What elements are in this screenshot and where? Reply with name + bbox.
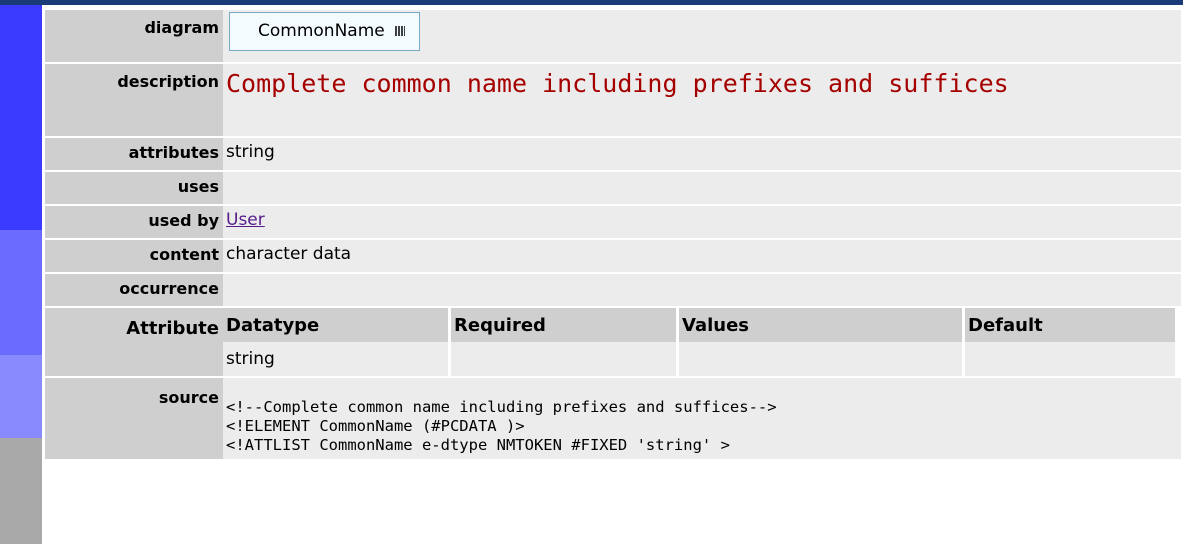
diagram-row: diagram CommonName	[45, 10, 1181, 62]
cell-datatype: string	[223, 342, 448, 376]
source-line: <!ELEMENT CommonName (#PCDATA )>	[226, 417, 525, 435]
diagram-element-name: CommonName	[258, 21, 385, 41]
used-by-link-user[interactable]: User	[226, 210, 265, 230]
attribute-table: Datatype Required Values Default string	[220, 308, 1178, 376]
cell-default	[965, 342, 1175, 376]
sequence-icon	[394, 26, 405, 36]
source-label: source	[45, 378, 223, 459]
uses-label: uses	[45, 172, 223, 204]
source-line: <!ATTLIST CommonName e-dtype NMTOKEN #FI…	[226, 436, 730, 454]
cell-required	[451, 342, 676, 376]
source-line: <!--Complete common name including prefi…	[226, 398, 777, 416]
top-bar	[0, 0, 1183, 5]
element-documentation-table: diagram CommonName description Complete …	[45, 8, 1181, 461]
description-text: Complete common name including prefixes …	[226, 69, 1009, 98]
description-label: description	[45, 64, 223, 136]
attributes-label: attributes	[45, 138, 223, 170]
occurrence-label: occurrence	[45, 274, 223, 306]
uses-row: uses	[45, 172, 1181, 204]
occurrence-row: occurrence	[45, 274, 1181, 306]
cell-values	[679, 342, 962, 376]
attributes-value: string	[226, 142, 275, 162]
header-datatype: Datatype	[223, 308, 448, 342]
source-row: source <!--Complete common name includin…	[45, 378, 1181, 459]
header-default: Default	[965, 308, 1175, 342]
content-row: content character data	[45, 240, 1181, 272]
attribute-label: Attribute	[45, 308, 223, 376]
content-value: character data	[226, 244, 352, 264]
header-required: Required	[451, 308, 676, 342]
attribute-table-row: Attribute Datatype Required Values Defau…	[45, 308, 1181, 376]
sidebar-segment	[0, 230, 42, 355]
description-row: description Complete common name includi…	[45, 64, 1181, 136]
header-values: Values	[679, 308, 962, 342]
diagram-label: diagram	[45, 10, 223, 62]
content-label: content	[45, 240, 223, 272]
used-by-row: used by User	[45, 206, 1181, 238]
diagram-element-box[interactable]: CommonName	[229, 12, 420, 51]
sidebar-segment	[0, 355, 42, 438]
sidebar-segment	[0, 5, 42, 230]
sidebar-segment	[0, 438, 42, 544]
attribute-table-data-row: string	[223, 342, 1175, 376]
sidebar	[0, 5, 42, 544]
attributes-row: attributes string	[45, 138, 1181, 170]
used-by-label: used by	[45, 206, 223, 238]
source-code: <!--Complete common name including prefi…	[226, 378, 1181, 459]
attribute-table-header: Datatype Required Values Default	[223, 308, 1175, 342]
